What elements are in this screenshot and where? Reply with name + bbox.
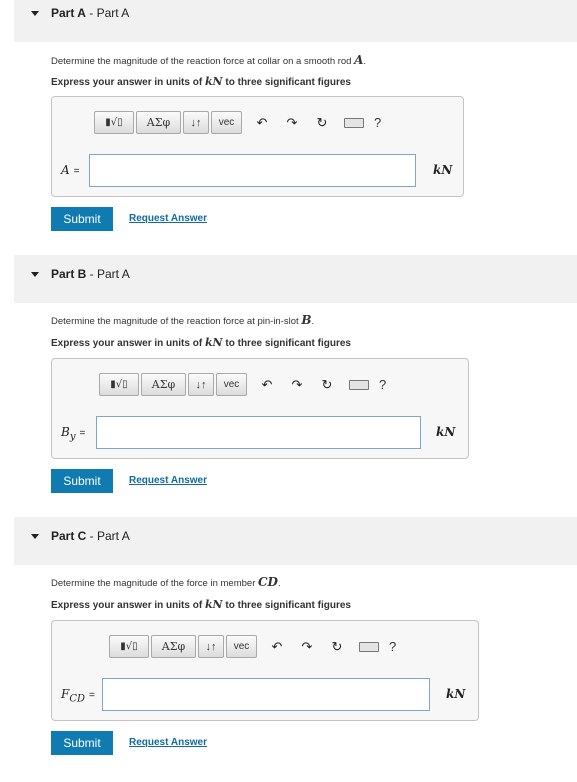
help-button[interactable]: ? [379, 377, 386, 392]
part-label: Part C [51, 529, 87, 543]
answer-variable-subscript: y [69, 431, 76, 443]
undo-icon[interactable]: ↶ [255, 375, 279, 395]
redo-icon[interactable]: ↷ [285, 375, 309, 395]
part-a-title: Part A - Part A [51, 6, 129, 20]
greek-symbols-button[interactable]: ΑΣφ [136, 111, 181, 134]
answer-variable-subscript: CD [69, 693, 85, 705]
answer-variable: A [61, 163, 70, 177]
templates-button[interactable]: ▮√▯ [99, 373, 139, 396]
question-text: Determine the magnitude of the reaction … [51, 313, 314, 327]
submit-button[interactable]: Submit [51, 469, 113, 493]
answer-input[interactable] [89, 154, 416, 187]
help-button[interactable]: ? [389, 639, 396, 654]
reset-icon[interactable]: ↻ [315, 375, 339, 395]
request-answer-link[interactable]: Request Answer [129, 213, 207, 224]
equals-sign: = [79, 428, 86, 439]
answer-box: ▮√▯ ΑΣφ ↓↑ vec ↶ ↷ ↻ ? FCD = kN [51, 620, 479, 721]
part-b-title: Part B - Part A [51, 267, 130, 281]
reset-icon[interactable]: ↻ [310, 113, 334, 133]
greek-symbols-button[interactable]: ΑΣφ [141, 373, 186, 396]
subscript-superscript-button[interactable]: ↓↑ [183, 111, 209, 134]
answer-variable: B [61, 425, 70, 439]
equals-sign: = [73, 166, 80, 177]
answer-box: ▮√▯ ΑΣφ ↓↑ vec ↶ ↷ ↻ ? A = kN [51, 96, 464, 197]
collapse-caret-icon[interactable] [31, 534, 39, 539]
question-body: Determine the magnitude of the reaction … [51, 56, 355, 67]
question-variable: CD [258, 575, 278, 589]
keyboard-icon[interactable] [344, 117, 364, 128]
request-answer-link[interactable]: Request Answer [129, 475, 207, 486]
collapse-caret-icon[interactable] [31, 11, 39, 16]
math-toolbar: ▮√▯ ΑΣφ ↓↑ vec ↶ ↷ ↻ ? [99, 373, 386, 396]
math-toolbar: ▮√▯ ΑΣφ ↓↑ vec ↶ ↷ ↻ ? [94, 111, 381, 134]
answer-input[interactable] [96, 416, 421, 449]
part-subtitle: - Part A [86, 267, 130, 281]
instruction-pre: Express your answer in units of [51, 600, 205, 611]
instruction-pre: Express your answer in units of [51, 338, 205, 349]
instruction-text: Express your answer in units of kN to th… [51, 598, 351, 611]
answer-variable-label: A = [61, 163, 80, 180]
part-b-header[interactable]: Part B - Part A [14, 255, 577, 303]
keyboard-icon[interactable] [349, 379, 369, 390]
unit-label: kN [446, 687, 466, 701]
reset-icon[interactable]: ↻ [325, 637, 349, 657]
templates-button[interactable]: ▮√▯ [109, 635, 149, 658]
part-subtitle: - Part A [86, 529, 130, 543]
subscript-superscript-button[interactable]: ↓↑ [188, 373, 214, 396]
subscript-superscript-button[interactable]: ↓↑ [198, 635, 224, 658]
redo-icon[interactable]: ↷ [280, 113, 304, 133]
request-answer-link[interactable]: Request Answer [129, 737, 207, 748]
unit-label: kN [436, 425, 456, 439]
part-c-header[interactable]: Part C - Part A [14, 517, 577, 565]
part-a-header[interactable]: Part A - Part A [14, 0, 577, 42]
instruction-post: to three significant figures [222, 338, 351, 349]
part-c-title: Part C - Part A [51, 529, 130, 543]
instruction-post: to three significant figures [222, 77, 351, 88]
vector-button[interactable]: vec [226, 635, 257, 658]
instruction-post: to three significant figures [222, 600, 351, 611]
instruction-unit: kN [204, 598, 223, 611]
question-text: Determine the magnitude of the force in … [51, 575, 281, 589]
submit-button[interactable]: Submit [51, 731, 113, 755]
submit-button[interactable]: Submit [51, 207, 113, 231]
answer-variable-label: FCD = [61, 687, 95, 704]
equals-sign: = [89, 690, 95, 701]
vector-button[interactable]: vec [211, 111, 242, 134]
answer-input[interactable] [102, 678, 430, 711]
question-end: . [277, 578, 281, 589]
templates-button[interactable]: ▮√▯ [94, 111, 134, 134]
question-end: . [311, 316, 315, 327]
undo-icon[interactable]: ↶ [265, 637, 289, 657]
part-label: Part A [51, 6, 86, 20]
greek-symbols-button[interactable]: ΑΣφ [151, 635, 196, 658]
instruction-pre: Express your answer in units of [51, 77, 205, 88]
collapse-caret-icon[interactable] [31, 272, 39, 277]
part-subtitle: - Part A [85, 6, 130, 20]
help-button[interactable]: ? [374, 115, 381, 130]
instruction-unit: kN [204, 336, 223, 349]
question-body: Determine the magnitude of the force in … [51, 578, 258, 589]
instruction-unit: kN [204, 75, 223, 88]
unit-label: kN [433, 163, 453, 177]
question-variable: B [301, 313, 312, 327]
redo-icon[interactable]: ↷ [295, 637, 319, 657]
undo-icon[interactable]: ↶ [250, 113, 274, 133]
question-body: Determine the magnitude of the reaction … [51, 316, 302, 327]
vector-button[interactable]: vec [216, 373, 247, 396]
answer-box: ▮√▯ ΑΣφ ↓↑ vec ↶ ↷ ↻ ? By = kN [51, 358, 469, 459]
answer-variable-label: By = [61, 425, 85, 442]
question-end: . [363, 56, 367, 67]
instruction-text: Express your answer in units of kN to th… [51, 75, 351, 88]
question-text: Determine the magnitude of the reaction … [51, 53, 366, 67]
part-label: Part B [51, 267, 87, 281]
keyboard-icon[interactable] [359, 641, 379, 652]
math-toolbar: ▮√▯ ΑΣφ ↓↑ vec ↶ ↷ ↻ ? [109, 635, 396, 658]
instruction-text: Express your answer in units of kN to th… [51, 336, 351, 349]
